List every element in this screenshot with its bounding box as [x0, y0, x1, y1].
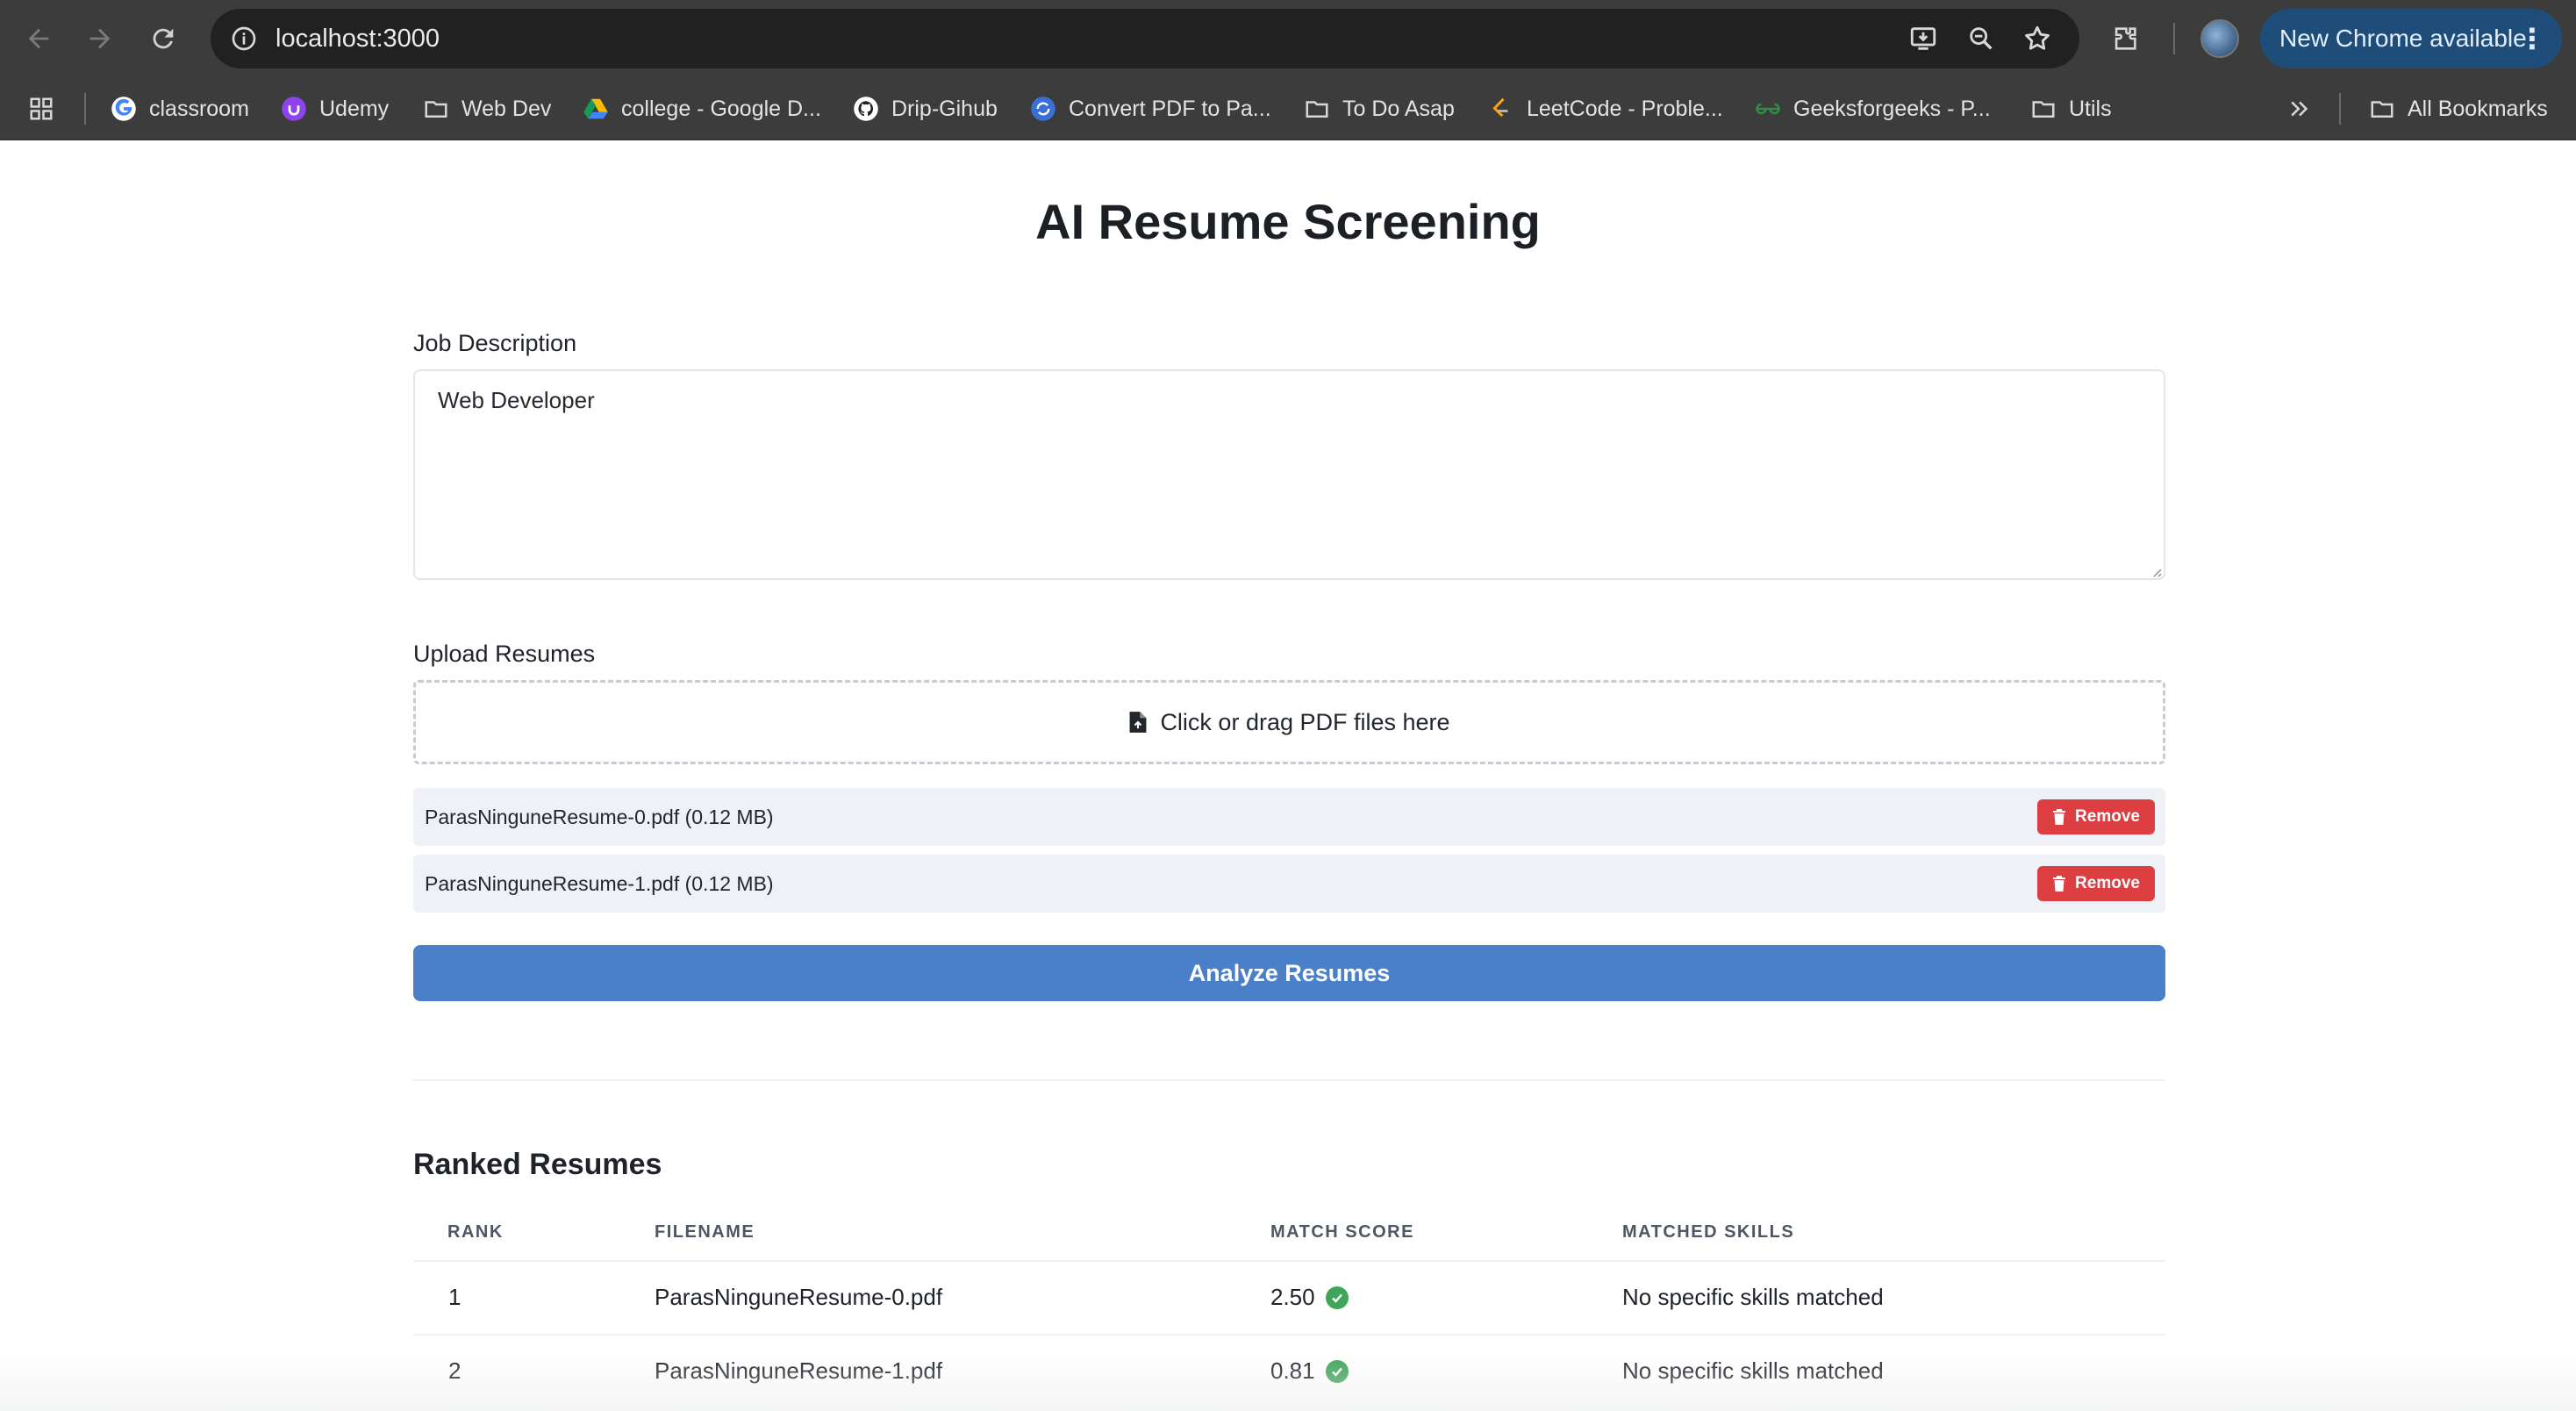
- ranked-resumes-heading: Ranked Resumes: [413, 1148, 662, 1181]
- install-app-icon[interactable]: [1906, 21, 1941, 56]
- more-bookmarks-button[interactable]: [2286, 77, 2313, 140]
- rank-cell: 1: [448, 1284, 462, 1310]
- chevron-double-right-icon: [2286, 96, 2313, 122]
- bookmarks-bar: classroom Udemy Web Dev college - Google…: [0, 77, 2576, 140]
- table-row-divider: [413, 1260, 2165, 1262]
- bookmark-utils[interactable]: Utils: [2030, 77, 2112, 140]
- trash-icon: [2053, 876, 2066, 892]
- browser-toolbar: localhost:3000 New Chrome available ⋮: [0, 0, 2576, 77]
- reload-button[interactable]: [142, 18, 184, 60]
- bookmark-drip-github[interactable]: Drip-Gihub: [853, 77, 998, 140]
- file-upload-icon: [1129, 712, 1147, 733]
- address-bar[interactable]: localhost:3000: [211, 9, 2079, 68]
- check-circle-icon: [1325, 1286, 1349, 1309]
- folder-icon: [2030, 96, 2057, 122]
- resize-handle-icon[interactable]: [2150, 565, 2162, 577]
- dropzone-text: Click or drag PDF files here: [1160, 708, 1450, 735]
- filename-cell: ParasNinguneResume-1.pdf: [655, 1357, 943, 1384]
- more-menu-icon[interactable]: ⋮: [2518, 9, 2546, 68]
- column-header-matched-skills: MATCHED SKILLS: [1622, 1222, 1795, 1242]
- column-header-filename: FILENAME: [655, 1222, 755, 1242]
- forward-button[interactable]: [79, 18, 121, 60]
- bookmark-udemy[interactable]: Udemy: [281, 77, 389, 140]
- bookmark-label: Web Dev: [462, 96, 552, 121]
- bookmark-label: Udemy: [319, 96, 390, 121]
- google-icon: [111, 96, 137, 122]
- url-text[interactable]: localhost:3000: [275, 9, 440, 68]
- leetcode-icon: [1488, 96, 1514, 122]
- column-header-rank: RANK: [447, 1222, 504, 1242]
- remove-file-button[interactable]: Remove: [2037, 799, 2155, 834]
- bookmark-college-drive[interactable]: college - Google D...: [583, 77, 821, 140]
- all-bookmarks-label: All Bookmarks: [2408, 96, 2548, 121]
- bookmark-label: Geeksforgeeks - P...: [1793, 96, 1991, 121]
- arrow-right-icon: [89, 28, 111, 49]
- back-button[interactable]: [18, 18, 60, 60]
- extensions-icon[interactable]: [2104, 18, 2146, 60]
- bookmarks-divider: [2339, 93, 2341, 125]
- new-chrome-available-button[interactable]: New Chrome available ⋮: [2260, 9, 2562, 68]
- uploaded-file-name: ParasNinguneResume-1.pdf (0.12 MB): [425, 872, 774, 895]
- site-info-icon[interactable]: [226, 21, 261, 56]
- new-chrome-label: New Chrome available: [2279, 25, 2527, 52]
- uploaded-file-row: ParasNinguneResume-0.pdf (0.12 MB) Remov…: [413, 788, 2165, 846]
- profile-avatar[interactable]: [2200, 19, 2239, 58]
- udemy-icon: [281, 96, 307, 122]
- remove-file-button[interactable]: Remove: [2037, 866, 2155, 901]
- matched-skills-cell: No specific skills matched: [1622, 1357, 1884, 1384]
- match-score-value: 2.50: [1270, 1284, 1315, 1310]
- github-icon: [853, 96, 879, 122]
- folder-icon: [2369, 96, 2395, 122]
- bookmark-label: classroom: [149, 96, 249, 121]
- bookmark-label: To Do Asap: [1342, 96, 1455, 121]
- analyze-resumes-button[interactable]: Analyze Resumes: [413, 945, 2165, 1001]
- rank-cell: 2: [448, 1357, 462, 1384]
- bookmark-label: Convert PDF to Pa...: [1069, 96, 1271, 121]
- convert-icon: [1030, 96, 1056, 122]
- table-row-divider: [413, 1334, 2165, 1336]
- pdf-dropzone[interactable]: Click or drag PDF files here: [413, 680, 2165, 764]
- section-divider: [413, 1079, 2165, 1081]
- bookmark-label: Utils: [2069, 96, 2112, 121]
- bookmark-leetcode[interactable]: LeetCode - Proble...: [1488, 77, 1723, 140]
- bookmarks-divider: [84, 93, 86, 125]
- match-score-value: 0.81: [1270, 1357, 1315, 1384]
- upload-resumes-label: Upload Resumes: [413, 641, 596, 667]
- bookmark-classroom[interactable]: classroom: [111, 77, 249, 140]
- job-description-label: Job Description: [413, 330, 577, 356]
- bookmark-to-do-asap[interactable]: To Do Asap: [1304, 77, 1455, 140]
- filename-cell: ParasNinguneResume-0.pdf: [655, 1284, 943, 1310]
- remove-label: Remove: [2075, 807, 2140, 826]
- check-circle-icon: [1325, 1359, 1349, 1383]
- bookmark-star-icon[interactable]: [2020, 21, 2055, 56]
- page-title: AI Resume Screening: [1035, 194, 1541, 249]
- bookmark-label: LeetCode - Proble...: [1527, 96, 1723, 121]
- uploaded-file-name: ParasNinguneResume-0.pdf (0.12 MB): [425, 806, 774, 828]
- bookmark-web-dev[interactable]: Web Dev: [423, 77, 551, 140]
- apps-grid-icon: [28, 96, 54, 122]
- folder-icon: [423, 96, 449, 122]
- google-drive-icon: [583, 96, 609, 122]
- all-bookmarks-button[interactable]: All Bookmarks: [2369, 77, 2548, 140]
- remove-label: Remove: [2075, 874, 2140, 892]
- page-content: AI Resume Screening Job Description Web …: [0, 140, 2576, 1411]
- bookmark-label: Drip-Gihub: [891, 96, 998, 121]
- zoom-icon[interactable]: [1964, 21, 1999, 56]
- bookmark-geeksforgeeks[interactable]: Geeksforgeeks - P...: [1755, 77, 1991, 140]
- matched-skills-cell: No specific skills matched: [1622, 1284, 1884, 1310]
- bookmark-label: college - Google D...: [621, 96, 821, 121]
- gfg-icon: [1755, 96, 1781, 122]
- match-score-cell: 0.81: [1270, 1357, 1349, 1385]
- job-description-input[interactable]: Web Developer: [413, 369, 2165, 580]
- bookmark-convert-pdf[interactable]: Convert PDF to Pa...: [1030, 77, 1271, 140]
- uploaded-file-row: ParasNinguneResume-1.pdf (0.12 MB) Remov…: [413, 855, 2165, 913]
- folder-icon: [1304, 96, 1330, 122]
- trash-icon: [2053, 809, 2066, 825]
- column-header-match-score: MATCH SCORE: [1270, 1222, 1414, 1242]
- arrow-left-icon: [28, 28, 49, 49]
- match-score-cell: 2.50: [1270, 1284, 1349, 1311]
- toolbar-divider: [2173, 23, 2175, 54]
- apps-grid-button[interactable]: [28, 77, 54, 140]
- reload-icon: [153, 28, 174, 49]
